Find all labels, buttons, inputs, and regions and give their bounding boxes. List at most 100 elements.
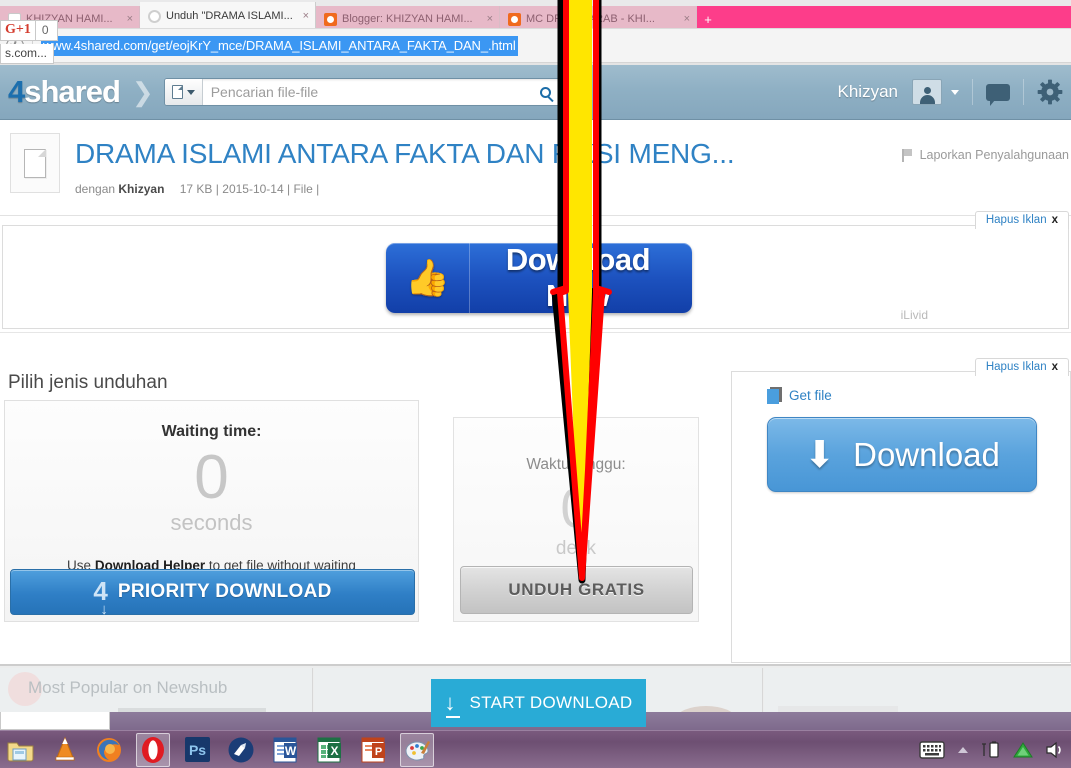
firefox-icon[interactable]	[92, 733, 126, 767]
close-icon[interactable]: x	[1052, 214, 1058, 226]
hardware-safely-remove-icon[interactable]	[1013, 741, 1033, 759]
download-arrow-icon: ↓	[444, 690, 460, 718]
report-abuse-link[interactable]: Laporkan Penyalahgunaan	[901, 148, 1069, 162]
volume-speaker-icon[interactable]	[1045, 741, 1065, 759]
winamp-icon[interactable]	[224, 733, 258, 767]
browser-tabstrip: KHIZYAN HAMI... × Unduh "DRAMA ISLAMI...…	[0, 0, 1071, 28]
tabstrip-filler	[719, 6, 1071, 28]
user-avatar-icon[interactable]	[912, 79, 942, 105]
browser-chrome: KHIZYAN HAMI... × Unduh "DRAMA ISLAMI...…	[0, 0, 1071, 65]
site-header: 4shared ❯ Khizyan	[0, 65, 1071, 120]
file-info-section: DRAMA ISLAMI ANTARA FAKTA DAN FIKSI MENG…	[0, 121, 1071, 216]
gplus-tooltip: s.com...	[0, 44, 55, 64]
gplus-count: 0	[34, 20, 58, 41]
wait-time-label: Waktu tunggu:	[526, 456, 626, 473]
start-download-label: START DOWNLOAD	[469, 693, 633, 712]
download-helper-panel: Waiting time: 0 seconds Use Download Hel…	[4, 400, 419, 622]
meta-sep-1: |	[215, 182, 219, 196]
free-download-label: UNDUH GRATIS	[508, 580, 645, 599]
meta-sep-2: |	[287, 182, 291, 196]
section-heading: Pilih jenis unduhan	[8, 372, 168, 393]
taskbar-items: Ps W X P	[4, 732, 434, 767]
search-input[interactable]	[202, 80, 529, 104]
logo-text: shared	[24, 74, 121, 109]
battery-icon[interactable]	[981, 740, 1001, 760]
search-type-selector[interactable]	[164, 79, 203, 105]
browser-address-bar: www.4shared.com/get/eojKrY_mce/DRAMA_ISL…	[0, 28, 1071, 62]
page-title: DRAMA ISLAMI ANTARA FAKTA DAN FIKSI MENG…	[75, 138, 735, 169]
remove-ad-label: Hapus Iklan	[985, 361, 1047, 373]
tab-close-icon[interactable]: ×	[303, 10, 309, 22]
thumbs-up-glyph: 👍	[405, 257, 450, 298]
tab-close-icon[interactable]: ×	[487, 13, 493, 25]
remove-ad-label: Hapus Iklan	[985, 214, 1047, 226]
download-button-label: Download	[853, 435, 1000, 473]
newshub-title: Most Popular on Newshub	[28, 678, 228, 697]
file-owner: Khizyan	[118, 182, 165, 196]
priority-download-button[interactable]: 4 PRIORITY DOWNLOAD	[10, 569, 415, 617]
system-tray	[919, 740, 1065, 760]
opera-browser-icon[interactable]	[136, 732, 170, 767]
close-icon[interactable]: x	[1052, 361, 1058, 373]
blogger-favicon	[324, 12, 337, 26]
site-logo[interactable]: 4shared	[8, 74, 121, 110]
gplus-popup-panel	[0, 712, 110, 730]
remove-ad-link-bottom[interactable]: Hapus Iklan x	[974, 358, 1069, 376]
header-divider	[1023, 79, 1024, 105]
show-hidden-icons-icon[interactable]	[957, 745, 969, 755]
chat-bubble-icon[interactable]	[986, 83, 1010, 106]
ad-provider-label: iLivid	[900, 308, 928, 322]
ad-banner-top: 👍 Download Now iLivid	[2, 225, 1069, 329]
svg-text:X: X	[330, 744, 338, 758]
tab-close-icon[interactable]: ×	[127, 13, 133, 25]
meta-sep-3: |	[316, 182, 320, 196]
blue-file-icon	[767, 387, 782, 404]
download-now-button[interactable]: 👍 Download Now	[386, 242, 692, 313]
microsoft-powerpoint-icon[interactable]: P	[356, 733, 390, 767]
file-document-icon	[10, 133, 60, 193]
search-button[interactable]	[529, 79, 563, 105]
ad-panel-right: Get file ⬇ Download	[731, 371, 1071, 663]
page-icon	[24, 148, 46, 178]
free-download-panel: Waktu tunggu: 0 detik UNDUH GRATIS	[453, 417, 699, 622]
chevron-down-icon[interactable]	[951, 89, 959, 95]
file-type: File	[293, 182, 313, 196]
file-metadata: dengan Khizyan 17 KB | 2015-10-14 | File…	[75, 182, 319, 196]
download-now-label: Download Now	[505, 242, 651, 313]
gear-icon[interactable]	[1037, 79, 1063, 105]
username-label: Khizyan	[837, 82, 898, 101]
browser-tab[interactable]: Blogger: KHIZYAN HAMI... ×	[316, 6, 500, 28]
header-right-cluster: Khizyan	[838, 65, 1063, 119]
flag-icon	[901, 148, 913, 162]
download-button-ad[interactable]: ⬇ Download	[767, 417, 1037, 492]
document-filter-icon	[171, 85, 183, 99]
get-file-link[interactable]: Get file	[767, 387, 1070, 404]
logo-number: 4	[8, 74, 25, 109]
new-tab-button[interactable]: +	[697, 6, 719, 28]
microsoft-word-icon[interactable]: W	[268, 733, 302, 767]
browser-tab-title: Unduh "DRAMA ISLAMI...	[166, 10, 293, 22]
paint-icon[interactable]	[400, 732, 434, 767]
free-download-button[interactable]: UNDUH GRATIS	[460, 566, 693, 614]
file-explorer-icon[interactable]	[4, 733, 38, 767]
search-icon	[540, 86, 552, 98]
microsoft-excel-icon[interactable]: X	[312, 733, 346, 767]
photoshop-icon[interactable]: Ps	[180, 733, 214, 767]
vlc-media-player-icon[interactable]	[48, 733, 82, 767]
person-icon	[918, 84, 936, 104]
on-screen-keyboard-icon[interactable]	[919, 740, 945, 759]
priority-download-number: 4	[93, 578, 108, 617]
remove-ad-link-top[interactable]: Hapus Iklan x	[974, 211, 1069, 229]
tab-close-icon[interactable]: ×	[684, 13, 690, 25]
download-arrow-icon: ⬇	[804, 434, 836, 475]
browser-tab[interactable]: MC DRAMA ARAB - KHI... ×	[500, 6, 697, 28]
url-input[interactable]: www.4shared.com/get/eojKrY_mce/DRAMA_ISL…	[41, 35, 518, 56]
start-download-button[interactable]: ↓ START DOWNLOAD	[431, 679, 646, 727]
get-file-label: Get file	[789, 388, 832, 403]
google-plus-one-button[interactable]: G+1 0	[0, 20, 58, 41]
browser-tab[interactable]: Unduh "DRAMA ISLAMI... ×	[140, 2, 316, 28]
report-abuse-label: Laporkan Penyalahgunaan	[919, 148, 1069, 162]
blogger-favicon	[508, 12, 521, 26]
waiting-time-unit: seconds	[170, 509, 253, 535]
loading-spinner-favicon	[148, 9, 161, 23]
